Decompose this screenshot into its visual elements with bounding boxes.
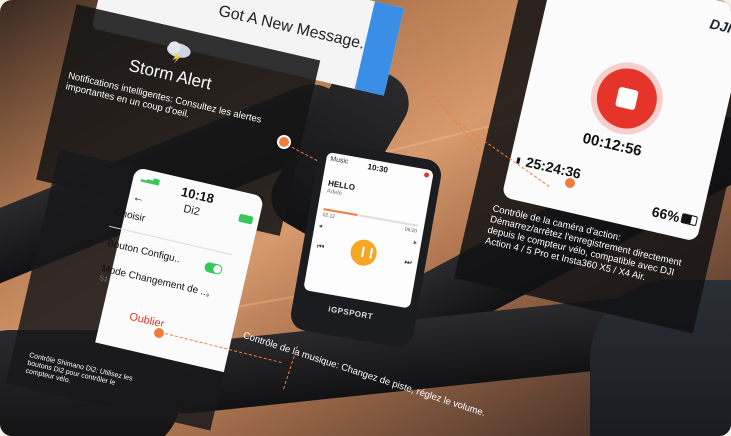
menu-row-mode-value: S1	[98, 275, 109, 284]
progress-track	[323, 208, 419, 227]
screen-title: Di2	[182, 202, 201, 219]
callout-dot	[277, 135, 291, 149]
camera-battery-icon	[680, 212, 699, 227]
battery-percent: 66%	[650, 203, 682, 226]
pause-icon: ❙❙	[357, 245, 377, 260]
music-label: Music	[329, 155, 350, 166]
camera-battery-fill	[681, 214, 693, 225]
previous-track-icon[interactable]: ⏮	[316, 242, 325, 253]
volume-up-icon[interactable]: ▸	[413, 238, 418, 247]
volume-down-icon[interactable]: ◂	[318, 222, 323, 231]
back-arrow-icon[interactable]: ←	[131, 189, 146, 205]
toggle-knob	[212, 264, 223, 275]
storm-cloud-icon	[162, 37, 196, 65]
computer-time: 10:30	[366, 162, 389, 175]
camera-panel: DJI 00:12:56 ▮ 25:24:36 66% Contrôle de …	[454, 0, 731, 334]
next-track-icon[interactable]: ⏭	[404, 257, 413, 268]
callout-dot	[563, 176, 577, 190]
track-duration: 06:20	[404, 226, 418, 235]
connector-line	[413, 72, 486, 158]
pause-button[interactable]: ❙❙	[348, 237, 379, 268]
stop-icon	[614, 86, 639, 111]
record-indicator-icon	[423, 172, 430, 178]
toggle-switch[interactable]	[203, 261, 224, 276]
menu-row-mode[interactable]: Mode Changement de ...	[100, 263, 210, 298]
elapsed-time: 02:12	[322, 212, 336, 221]
recording-time: 00:12:56	[580, 129, 644, 160]
track-artist: Adele	[326, 188, 343, 197]
battery-icon	[238, 213, 254, 225]
dji-logo: DJI	[708, 15, 731, 36]
hero-photo: Got A New Message. Storm Alert Notificat…	[0, 0, 731, 436]
stop-record-button[interactable]	[590, 62, 663, 135]
menu-row-bouton[interactable]: Bouton Configu..	[106, 238, 181, 265]
chevron-right-icon: ›	[205, 289, 211, 302]
signal-icon: ▂▃▅	[140, 172, 161, 186]
